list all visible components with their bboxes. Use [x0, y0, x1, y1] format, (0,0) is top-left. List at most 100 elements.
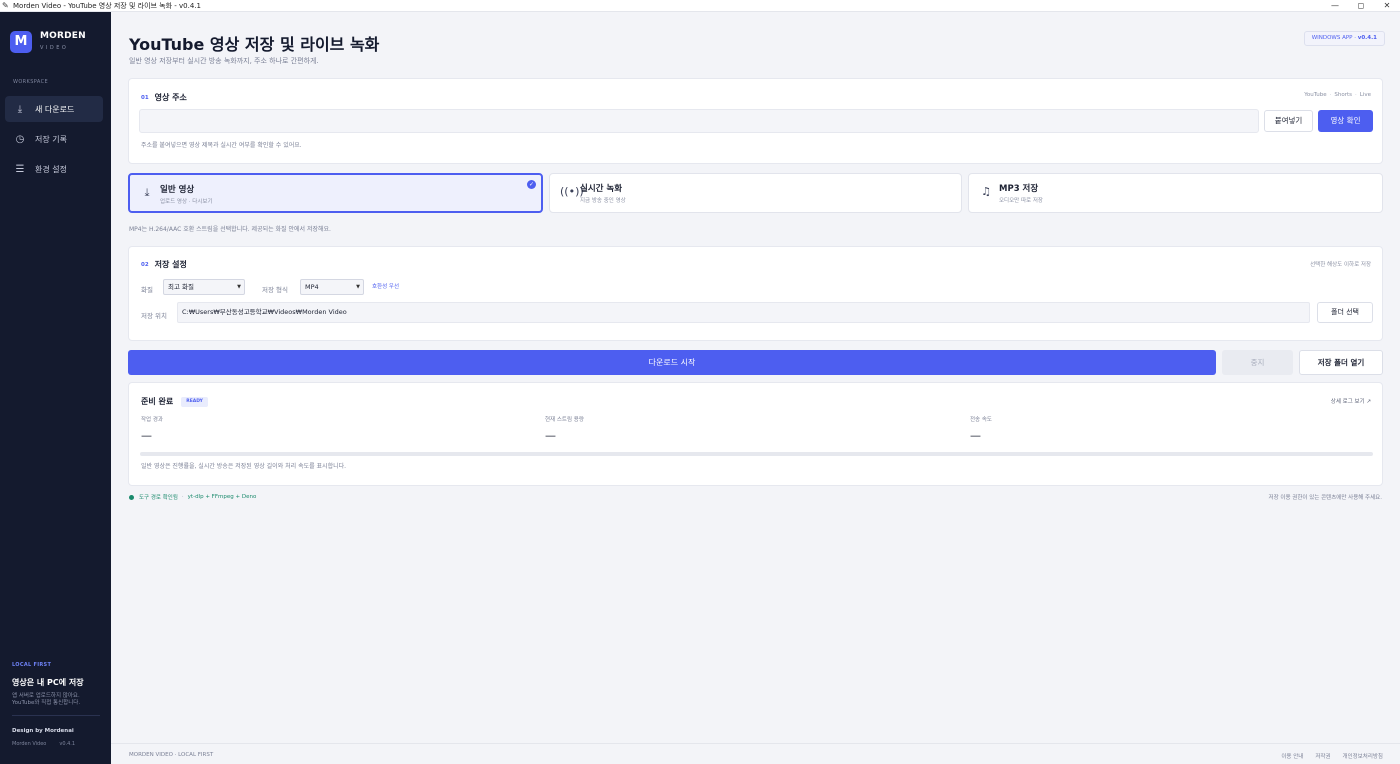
- step-number: 02: [141, 261, 149, 268]
- open-folder-button[interactable]: 저장 폴더 열기: [1299, 350, 1383, 375]
- badge-version: v0.4.1: [1357, 35, 1377, 41]
- sidebar-item-new-download[interactable]: ⤓ 새 다운로드: [5, 96, 103, 122]
- main-content: YouTube 영상 저장 및 라이브 녹화 일반 영상 저장부터 실시간 방송…: [111, 12, 1400, 764]
- format-value: MP4: [305, 283, 319, 291]
- brand-name: MORDEN: [40, 31, 86, 41]
- logo-mark-icon: M: [10, 31, 32, 53]
- status-dot-icon: [129, 494, 134, 500]
- page-footer: MORDEN VIDEO · LOCAL FIRST 이용 안내 저작권 개인정…: [111, 743, 1400, 764]
- stat-value: —: [970, 429, 981, 442]
- maximize-button[interactable]: ◻: [1348, 0, 1374, 12]
- sidebar-item-label: 새 다운로드: [35, 104, 75, 114]
- url-card-header: 01 영상 주소: [141, 92, 187, 103]
- sidebar-item-history[interactable]: ◷ 저장 기록: [5, 126, 103, 152]
- app-feather-icon: ✎: [2, 0, 9, 10]
- tools-status-text: 도구 경로 확인됨: [139, 495, 178, 501]
- status-header: 준비 완료 READY: [141, 396, 208, 407]
- url-input[interactable]: [139, 109, 1259, 133]
- sidebar-footer: LOCAL FIRST 영상은 내 PC에 저장 앱 서버로 업로드하지 않아요…: [12, 662, 100, 747]
- check-video-button[interactable]: 영상 확인: [1318, 110, 1373, 132]
- brand-sub: VIDEO: [40, 45, 69, 51]
- footer-link-copyright[interactable]: 저작권: [1315, 752, 1330, 760]
- select-folder-button[interactable]: 폴더 선택: [1317, 302, 1373, 323]
- tools-status: 도구 경로 확인됨 · yt-dlp + FFmpeg + Deno: [129, 493, 256, 501]
- sidebar: M MORDEN VIDEO WORKSPACE ⤓ 새 다운로드 ◷ 저장 기…: [0, 12, 111, 764]
- download-icon: ⤓: [17, 103, 23, 115]
- stat-stream-size: 현재 스트림 용량 —: [545, 415, 584, 442]
- clock-icon: ◷: [15, 133, 25, 145]
- stat-speed: 전송 속도 —: [970, 415, 992, 442]
- status-badge: READY: [181, 396, 208, 407]
- sidebar-divider: [12, 715, 100, 716]
- mode-title: 일반 영상: [160, 185, 195, 195]
- tools-separator: ·: [181, 494, 184, 500]
- app-name: Morden Video: [12, 741, 47, 747]
- close-button[interactable]: ✕: [1374, 0, 1400, 12]
- mode-standard-video[interactable]: ⤓ 일반 영상 업로드 영상 · 다시보기 ✓: [128, 173, 543, 213]
- quality-select[interactable]: 최고 화질 ▼: [163, 279, 245, 295]
- format-note: MP4는 H.264/AAC 호환 스트림을 선택합니다. 제공되는 화질 안에…: [129, 226, 331, 233]
- badge-label: WINDOWS APP: [1311, 35, 1353, 41]
- local-first-tag: LOCAL FIRST: [12, 662, 52, 668]
- broadcast-icon: ((•)): [560, 185, 584, 198]
- logo-text: MORDEN VIDEO: [40, 31, 86, 53]
- mode-mp3[interactable]: ♫ MP3 저장 오디오만 따로 저장: [968, 173, 1383, 213]
- workspace-label: WORKSPACE: [13, 79, 49, 85]
- settings-card-header: 02 저장 설정: [141, 259, 187, 270]
- mode-subtitle: 지금 방송 중인 영상: [580, 198, 626, 204]
- format-select[interactable]: MP4 ▼: [300, 279, 364, 295]
- footer-links: 이용 안내 저작권 개인정보처리방침: [1269, 752, 1383, 760]
- mode-title: MP3 저장: [999, 184, 1039, 194]
- quality-value: 최고 화질: [168, 283, 194, 291]
- window-controls: — ◻ ✕: [1322, 0, 1400, 12]
- view-log-link[interactable]: 상세 로그 보기 ↗: [1331, 397, 1371, 405]
- mode-subtitle: 업로드 영상 · 다시보기: [160, 199, 213, 205]
- start-download-button[interactable]: 다운로드 시작: [128, 350, 1216, 375]
- status-info: 일반 영상은 진행률을, 실시간 방송은 저장된 영상 길이와 처리 속도를 표…: [141, 463, 347, 470]
- check-circle-icon: ✓: [527, 180, 536, 189]
- usage-notice: 저장 이용 권한이 있는 콘텐츠에만 사용해 주세요.: [1268, 495, 1382, 501]
- status-text: 준비 완료: [141, 397, 174, 406]
- page-title: YouTube 영상 저장 및 라이브 녹화: [129, 35, 380, 54]
- local-first-heading: 영상은 내 PC에 저장: [12, 678, 84, 687]
- app-version-row: Morden Video v0.4.1: [12, 741, 100, 747]
- footer-brand: MORDEN VIDEO · LOCAL FIRST: [129, 752, 214, 758]
- stat-elapsed: 작업 경과 —: [141, 415, 163, 442]
- design-credit: Design by Mordenai: [12, 728, 74, 734]
- platform-separator: ·: [1355, 92, 1357, 98]
- quality-label: 화질: [141, 286, 153, 294]
- mode-title: 실시간 녹화: [580, 184, 623, 194]
- resolution-note: 선택한 해상도 이하로 저장: [1310, 262, 1371, 268]
- sidebar-item-settings[interactable]: ☰ 환경 설정: [5, 156, 103, 182]
- save-path-field[interactable]: C:₩Users₩부산동성고등학교₩Videos₩Morden Video: [177, 302, 1310, 323]
- stat-label: 전송 속도: [970, 417, 992, 423]
- status-card: 준비 완료 READY 상세 로그 보기 ↗ 작업 경과 — 현재 스트림 용량…: [128, 382, 1383, 486]
- window-title: Morden Video - YouTube 영상 저장 및 라이브 녹화 - …: [13, 1, 201, 10]
- platform-shorts: Shorts: [1334, 92, 1353, 98]
- format-label: 저장 형식: [262, 286, 288, 294]
- stat-label: 현재 스트림 용량: [545, 417, 584, 423]
- url-hint: 주소를 붙여넣으면 영상 제목과 실시간 여부를 확인할 수 있어요.: [141, 142, 302, 149]
- platform-live: Live: [1359, 92, 1371, 98]
- url-card-title: 영상 주소: [154, 93, 187, 102]
- tools-list: yt-dlp + FFmpeg + Deno: [187, 494, 257, 500]
- mode-subtitle: 오디오만 따로 저장: [999, 198, 1043, 204]
- footer-link-privacy[interactable]: 개인정보처리방침: [1343, 752, 1383, 760]
- minimize-button[interactable]: —: [1322, 0, 1348, 12]
- brand-logo[interactable]: M MORDEN VIDEO: [10, 31, 86, 53]
- platform-youtube: YouTube: [1304, 92, 1327, 98]
- caret-down-icon: ▼: [237, 284, 241, 290]
- supported-platforms: YouTube · Shorts · Live: [1304, 92, 1371, 98]
- sidebar-item-label: 저장 기록: [35, 134, 67, 144]
- sliders-icon: ☰: [15, 163, 25, 175]
- download-icon: ⤓: [144, 186, 150, 199]
- sidebar-item-label: 환경 설정: [35, 164, 67, 174]
- footer-link-guide[interactable]: 이용 안내: [1281, 752, 1303, 760]
- version-badge: WINDOWS APP · v0.4.1: [1303, 31, 1385, 46]
- mode-live-recording[interactable]: ((•)) 실시간 녹화 지금 방송 중인 영상: [549, 173, 962, 213]
- url-card: 01 영상 주소 YouTube · Shorts · Live 붙여넣기 영상 확인 …: [128, 78, 1383, 164]
- caret-down-icon: ▼: [356, 284, 360, 290]
- paste-button[interactable]: 붙여넣기: [1264, 110, 1313, 132]
- stop-button[interactable]: 중지: [1222, 350, 1293, 375]
- page-subtitle: 일반 영상 저장부터 실시간 방송 녹화까지, 주소 하나로 간편하게.: [129, 57, 319, 65]
